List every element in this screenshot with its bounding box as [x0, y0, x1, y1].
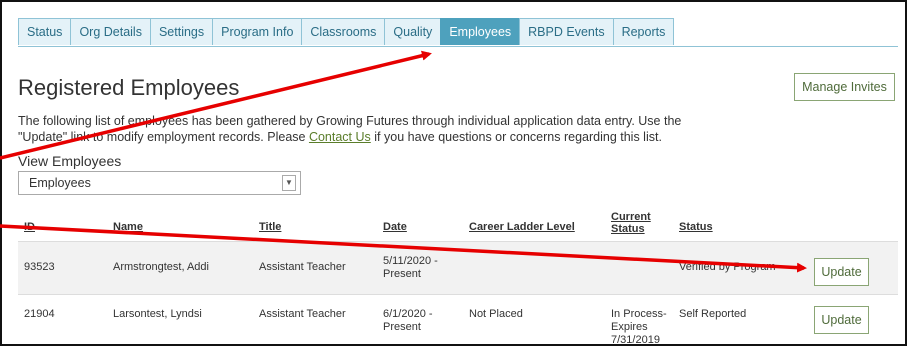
row-date-start: 6/1/2020 -	[383, 308, 433, 320]
row-title: Assistant Teacher	[259, 261, 346, 273]
column-header-status[interactable]: Status	[679, 221, 713, 233]
row-date-end: Present	[383, 321, 421, 333]
row-name: Armstrongtest, Addi	[113, 261, 209, 273]
row-career-level: Not Placed	[469, 308, 523, 320]
description-text-end: if you have questions or concerns regard…	[370, 130, 662, 144]
row-date-end: Present	[383, 268, 421, 280]
column-header-title[interactable]: Title	[259, 221, 281, 233]
page-title: Registered Employees	[18, 75, 240, 100]
current-status-2: Expires	[611, 321, 648, 333]
tab-bar: Status Org Details Settings Program Info…	[18, 18, 898, 47]
tab-classrooms[interactable]: Classrooms	[301, 18, 386, 45]
column-header-date[interactable]: Date	[383, 221, 407, 233]
row-id: 21904	[24, 308, 55, 320]
page-frame: Status Org Details Settings Program Info…	[0, 0, 907, 346]
tab-employees[interactable]: Employees	[440, 18, 521, 45]
select-value: Employees	[29, 176, 91, 190]
chevron-down-icon[interactable]: ▼	[282, 175, 296, 191]
row-current-status: In Process- Expires 7/31/2019	[611, 308, 667, 346]
current-status-1: In Process-	[611, 308, 667, 320]
tab-rbpd-events[interactable]: RBPD Events	[519, 18, 614, 45]
update-button[interactable]: Update	[814, 306, 869, 334]
column-header-current-status[interactable]: Current Status	[611, 211, 651, 235]
row-status: Verified by Program	[679, 261, 776, 273]
manage-invites-button[interactable]: Manage Invites	[794, 73, 895, 101]
view-employees-label: View Employees	[18, 153, 122, 169]
column-header-id[interactable]: ID	[24, 221, 35, 233]
row-date-start: 5/11/2020 -	[383, 255, 438, 267]
row-status: Self Reported	[679, 308, 747, 320]
tab-quality[interactable]: Quality	[384, 18, 442, 45]
contact-us-link[interactable]: Contact Us	[309, 130, 371, 144]
tab-reports[interactable]: Reports	[612, 18, 675, 45]
row-name: Larsontest, Lyndsi	[113, 308, 202, 320]
tab-settings[interactable]: Settings	[149, 18, 214, 45]
current-status-line-1: Current	[611, 211, 651, 223]
tab-org-details[interactable]: Org Details	[70, 18, 151, 45]
row-id: 93523	[24, 261, 55, 273]
view-employees-select[interactable]: Employees ▼	[18, 171, 301, 195]
row-title: Assistant Teacher	[259, 308, 346, 320]
current-status-3: 7/31/2019	[611, 334, 660, 346]
row-divider	[18, 294, 898, 295]
current-status-line-2: Status	[611, 223, 645, 235]
tab-program-info[interactable]: Program Info	[212, 18, 303, 45]
row-date: 6/1/2020 - Present	[383, 308, 433, 334]
update-button[interactable]: Update	[814, 258, 869, 286]
column-header-name[interactable]: Name	[113, 221, 143, 233]
column-header-career-ladder-level[interactable]: Career Ladder Level	[469, 221, 575, 233]
page-description: The following list of employees has been…	[18, 113, 698, 145]
row-date: 5/11/2020 - Present	[383, 255, 438, 281]
tab-status[interactable]: Status	[18, 18, 72, 45]
